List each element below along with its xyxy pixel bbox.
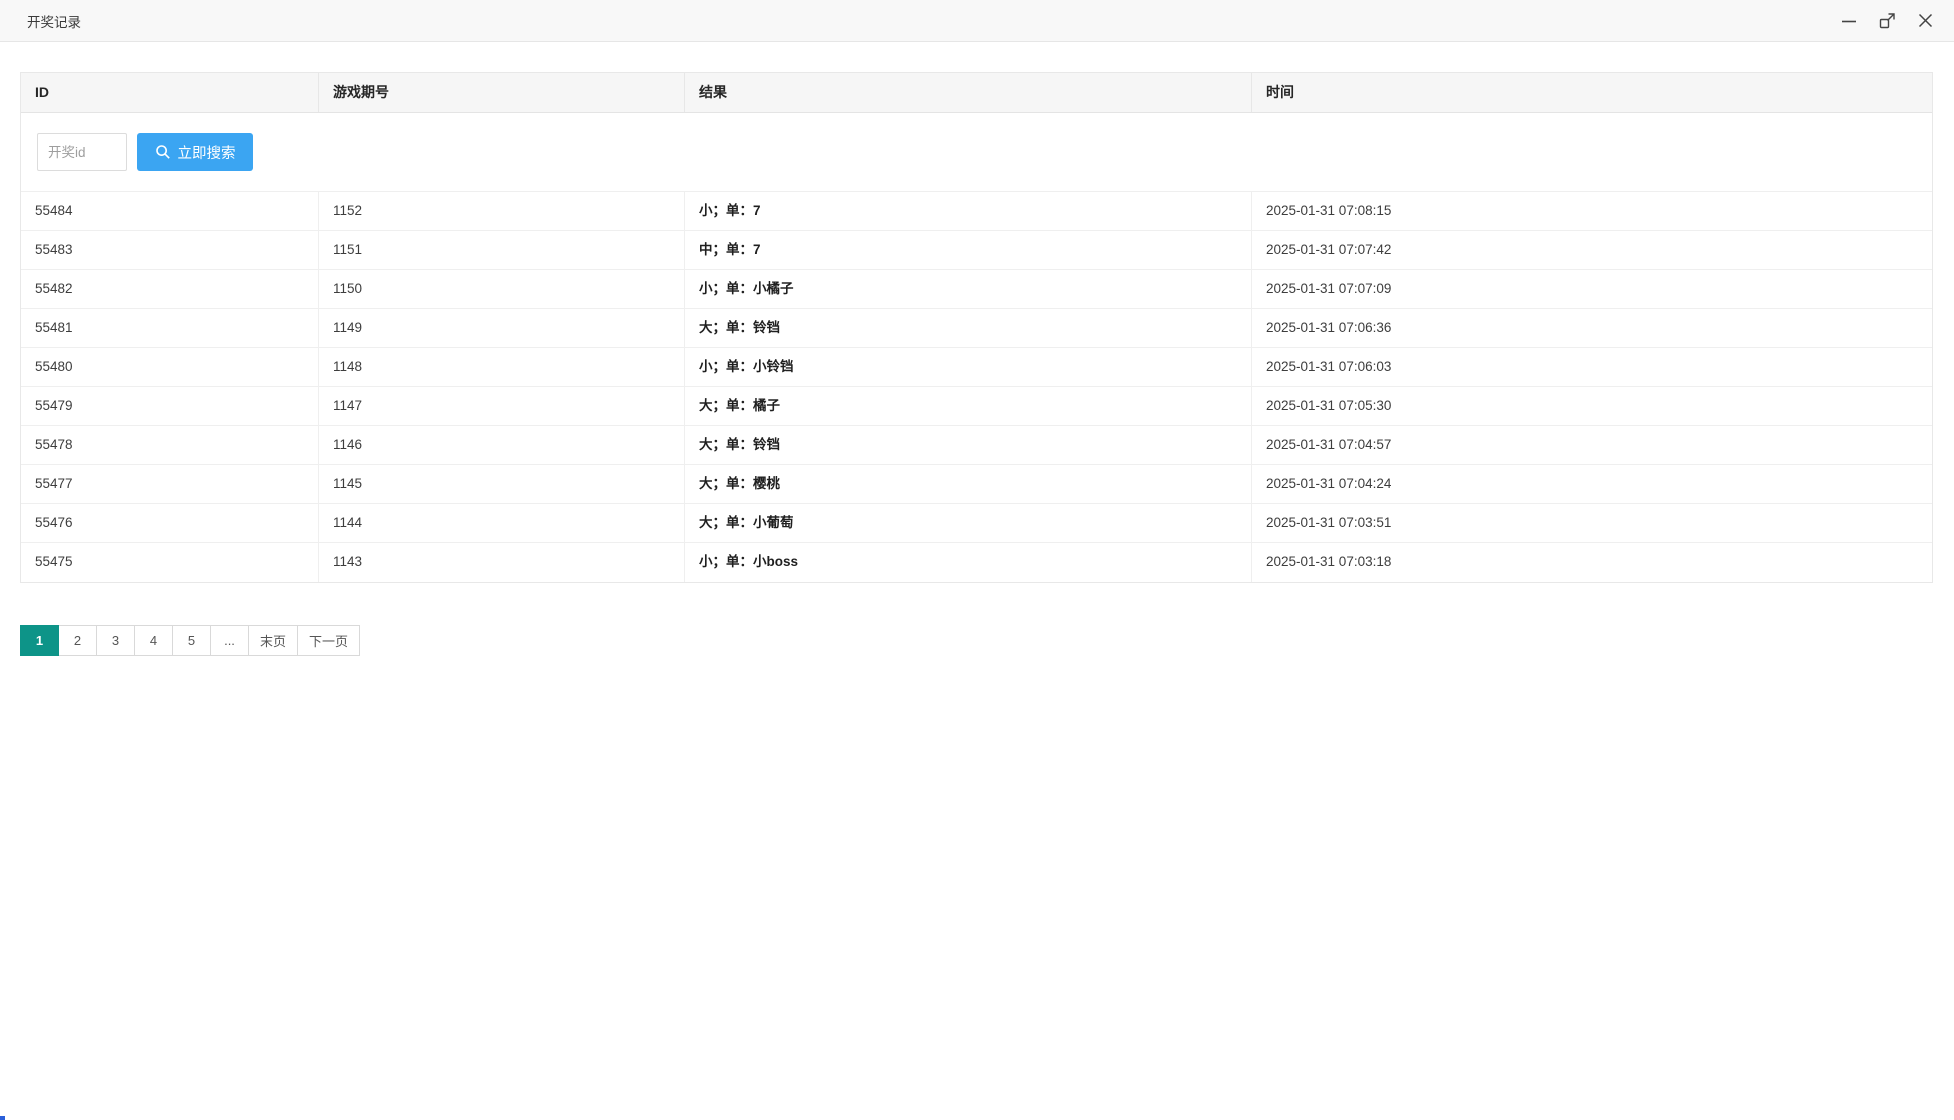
window-title: 开奖记录: [27, 11, 81, 31]
page-button-4[interactable]: 4: [134, 625, 173, 656]
cell-result: 大；单：樱桃: [685, 465, 1252, 503]
cell-period: 1148: [319, 348, 685, 386]
table-row: 554821150小；单：小橘子2025-01-31 07:07:09: [21, 270, 1932, 309]
cell-id: 55475: [21, 543, 319, 582]
cell-time: 2025-01-31 07:07:09: [1252, 270, 1932, 308]
page-button-...[interactable]: ...: [210, 625, 249, 656]
table-header: ID游戏期号结果时间: [21, 73, 1932, 113]
cell-id: 55482: [21, 270, 319, 308]
search-button-label: 立即搜索: [178, 142, 236, 163]
cell-id: 55484: [21, 192, 319, 230]
cell-period: 1149: [319, 309, 685, 347]
cell-period: 1146: [319, 426, 685, 464]
cell-time: 2025-01-31 07:04:24: [1252, 465, 1932, 503]
cell-id: 55483: [21, 231, 319, 269]
cell-result: 大；单：橘子: [685, 387, 1252, 425]
table-row: 554831151中；单：72025-01-31 07:07:42: [21, 231, 1932, 270]
minimize-icon: [1841, 13, 1857, 29]
records-table: ID游戏期号结果时间 立即搜索 554841152小；单：72025-01-31…: [20, 72, 1933, 583]
cell-time: 2025-01-31 07:08:15: [1252, 192, 1932, 230]
corner-artifact: [0, 1116, 5, 1120]
cell-id: 55477: [21, 465, 319, 503]
table-row: 554751143小；单：小boss2025-01-31 07:03:18: [21, 543, 1932, 582]
titlebar: 开奖记录: [0, 0, 1954, 42]
cell-period: 1145: [319, 465, 685, 503]
page-button-1[interactable]: 1: [20, 625, 59, 656]
cell-id: 55481: [21, 309, 319, 347]
cell-period: 1151: [319, 231, 685, 269]
cell-id: 55479: [21, 387, 319, 425]
cell-period: 1144: [319, 504, 685, 542]
cell-time: 2025-01-31 07:06:36: [1252, 309, 1932, 347]
column-header: 游戏期号: [319, 73, 685, 112]
main-content: ID游戏期号结果时间 立即搜索 554841152小；单：72025-01-31…: [0, 42, 1954, 656]
cell-period: 1143: [319, 543, 685, 582]
cell-result: 中；单：7: [685, 231, 1252, 269]
search-row: 立即搜索: [21, 113, 1932, 192]
cell-result: 小；单：小橘子: [685, 270, 1252, 308]
search-icon: [155, 144, 171, 160]
page-button-5[interactable]: 5: [172, 625, 211, 656]
table-row: 554781146大；单：铃铛2025-01-31 07:04:57: [21, 426, 1932, 465]
cell-id: 55476: [21, 504, 319, 542]
expand-icon: [1879, 12, 1896, 29]
table-row: 554761144大；单：小葡萄2025-01-31 07:03:51: [21, 504, 1932, 543]
cell-time: 2025-01-31 07:03:51: [1252, 504, 1932, 542]
page-button-3[interactable]: 3: [96, 625, 135, 656]
close-button[interactable]: [1910, 6, 1940, 36]
maximize-button[interactable]: [1872, 6, 1902, 36]
search-button[interactable]: 立即搜索: [137, 133, 253, 171]
column-header: 结果: [685, 73, 1252, 112]
next-page-button[interactable]: 下一页: [297, 625, 360, 656]
cell-id: 55478: [21, 426, 319, 464]
close-icon: [1918, 13, 1933, 28]
column-header: ID: [21, 73, 319, 112]
cell-result: 大；单：铃铛: [685, 426, 1252, 464]
table-row: 554791147大；单：橘子2025-01-31 07:05:30: [21, 387, 1932, 426]
minimize-button[interactable]: [1834, 6, 1864, 36]
cell-result: 大；单：小葡萄: [685, 504, 1252, 542]
cell-result: 小；单：7: [685, 192, 1252, 230]
page-button-2[interactable]: 2: [58, 625, 97, 656]
column-header: 时间: [1252, 73, 1932, 112]
cell-id: 55480: [21, 348, 319, 386]
cell-period: 1150: [319, 270, 685, 308]
table-row: 554801148小；单：小铃铛2025-01-31 07:06:03: [21, 348, 1932, 387]
last-page-button[interactable]: 末页: [248, 625, 298, 656]
pagination: 12345...末页下一页: [20, 625, 1934, 656]
cell-result: 小；单：小铃铛: [685, 348, 1252, 386]
cell-time: 2025-01-31 07:05:30: [1252, 387, 1932, 425]
table-row: 554811149大；单：铃铛2025-01-31 07:06:36: [21, 309, 1932, 348]
cell-result: 小；单：小boss: [685, 543, 1252, 582]
cell-period: 1147: [319, 387, 685, 425]
cell-period: 1152: [319, 192, 685, 230]
cell-time: 2025-01-31 07:06:03: [1252, 348, 1932, 386]
window-controls: [1834, 6, 1940, 36]
cell-result: 大；单：铃铛: [685, 309, 1252, 347]
table-body: 554841152小；单：72025-01-31 07:08:155548311…: [21, 192, 1932, 582]
search-input[interactable]: [37, 133, 127, 171]
cell-time: 2025-01-31 07:07:42: [1252, 231, 1932, 269]
cell-time: 2025-01-31 07:03:18: [1252, 543, 1932, 582]
table-row: 554841152小；单：72025-01-31 07:08:15: [21, 192, 1932, 231]
table-row: 554771145大；单：樱桃2025-01-31 07:04:24: [21, 465, 1932, 504]
cell-time: 2025-01-31 07:04:57: [1252, 426, 1932, 464]
